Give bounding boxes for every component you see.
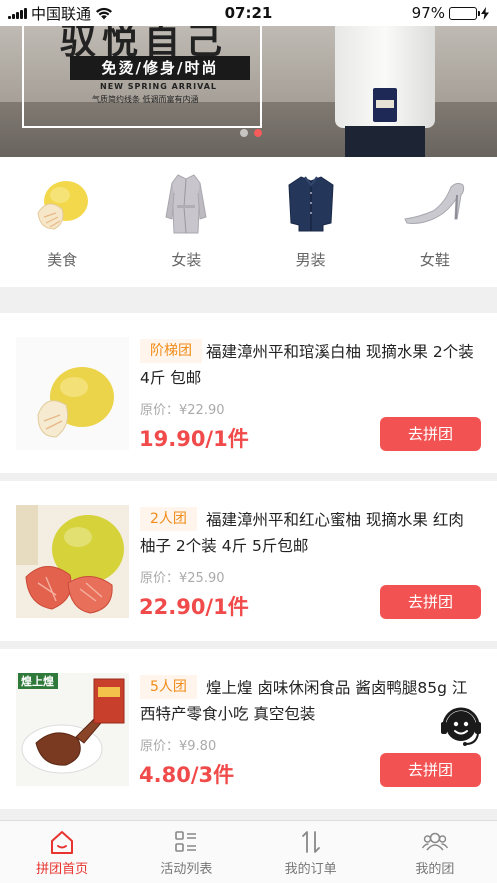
home-icon [51,831,74,854]
signal-icon [8,7,27,19]
charging-bolt-icon [481,6,489,20]
category-label: 女装 [171,251,202,269]
sort-icon [301,831,320,853]
category-label: 美食 [47,251,78,269]
group-type-tag: 2人团 [140,507,197,531]
category-womens-shoes[interactable]: 女鞋 [373,157,497,287]
tab-my-groups[interactable]: 我的团 [373,821,497,883]
group-price: 19.90/1件 [139,427,249,451]
status-right: 97% [412,4,489,22]
status-bar: 中国联通 07:21 97% [0,0,497,26]
pomelo-icon [26,173,98,235]
product-thumbnail[interactable]: 煌上煌 [16,673,129,786]
promo-banner[interactable]: 驭悦自己 免烫/修身/时尚 NEW SPRING ARRIVAL 气质简约线条 … [0,26,497,157]
group-type-tag: 阶梯团 [140,339,202,363]
original-price: 原价：¥25.90 [140,571,225,586]
group-type-tag: 5人团 [140,675,197,699]
group-icon [421,832,448,851]
category-label: 女鞋 [419,251,450,269]
model-pants-image [345,126,425,157]
original-price: 原价：¥22.90 [140,403,225,418]
tab-label: 我的订单 [284,862,337,877]
tab-label: 拼团首页 [36,862,89,877]
high-heel-icon [399,173,471,235]
category-nav: 美食 女装 男装 女鞋 [0,157,497,287]
carrier-name: 中国联通 [31,4,92,23]
category-food[interactable]: 美食 [0,157,124,287]
thumbnail-brand-text: 煌上煌 [21,675,54,688]
group-price: 22.90/1件 [139,595,249,619]
product-thumbnail[interactable] [16,505,129,618]
pagination-dot[interactable] [240,129,248,137]
original-price: 原价：¥9.80 [140,739,217,754]
tab-home[interactable]: 拼团首页 [0,821,124,883]
banner-slogan: 免烫/修身/时尚 [70,56,250,80]
group-price: 4.80/3件 [139,763,235,787]
join-group-button[interactable]: 去拼团 [380,417,481,451]
banner-subtitle-en: NEW SPRING ARRIVAL [100,82,218,91]
product-card[interactable]: 福建漳州平和红心蜜柚 现摘水果 红肉柚子 2个装 4斤 5斤包邮 2人团 原价：… [0,481,497,641]
tab-label: 活动列表 [160,862,213,877]
category-womens-clothing[interactable]: 女装 [124,157,248,287]
join-group-button[interactable]: 去拼团 [380,585,481,619]
bottom-tab-bar: 拼团首页 活动列表 我的订单 我的团 [0,820,497,883]
status-left: 中国联通 [8,3,113,24]
product-card[interactable]: 福建漳州平和琯溪白柚 现摘水果 2个装 4斤 包邮 阶梯团 原价：¥22.90 … [0,313,497,473]
coat-icon [150,173,222,235]
banner-pagination[interactable] [240,129,262,137]
category-mens-clothing[interactable]: 男装 [249,157,373,287]
coffee-cup-image [373,88,397,122]
shirt-icon [275,173,347,235]
list-icon [175,831,197,852]
battery-icon [449,6,480,20]
customer-service-icon[interactable] [438,702,484,748]
battery-percent: 97% [411,4,445,22]
tab-activity-list[interactable]: 活动列表 [124,821,248,883]
tab-my-orders[interactable]: 我的订单 [249,821,373,883]
join-group-button[interactable]: 去拼团 [380,753,481,787]
pagination-dot-active[interactable] [254,129,262,137]
category-label: 男装 [295,251,326,269]
product-card[interactable]: 煌上煌 煌上煌 卤味休闲食品 酱卤鸭腿85g 江西特产零食小吃 真空包装 5人团… [0,649,497,809]
product-thumbnail[interactable] [16,337,129,450]
tab-label: 我的团 [415,862,455,877]
banner-subtitle-cn: 气质简约线条 低调而富有内涵 [92,95,199,104]
wifi-icon [96,7,113,19]
